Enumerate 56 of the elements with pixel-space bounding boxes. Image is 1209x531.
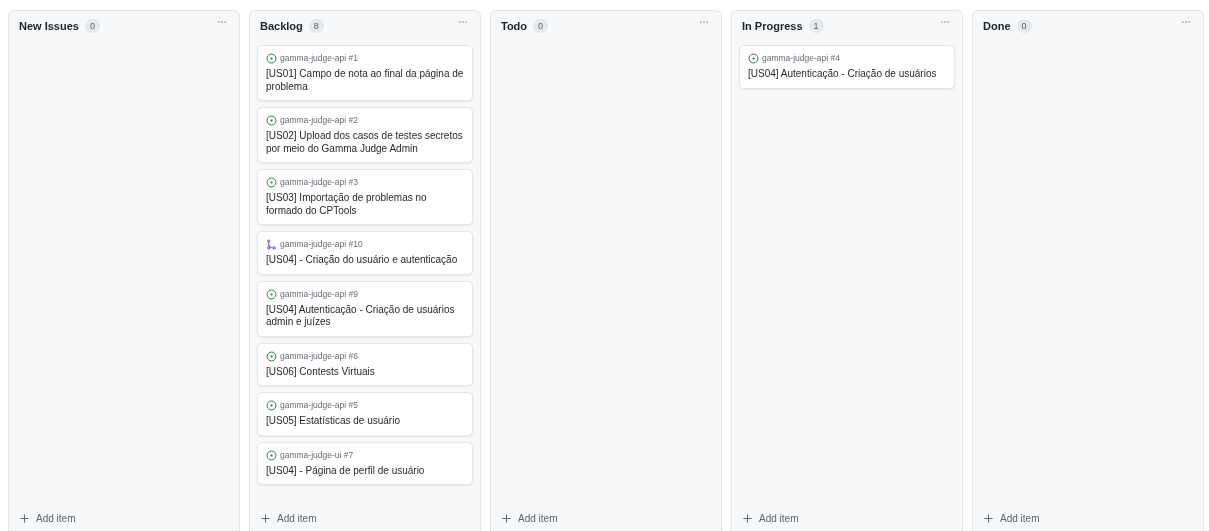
plus-icon [742, 512, 753, 524]
issue-card[interactable]: gamma-judge-api #10 [US04] - Criação do usuário e autenticação [257, 231, 473, 275]
open-issue-icon [266, 400, 277, 411]
count-badge: 0 [1016, 19, 1032, 33]
issue-card[interactable]: gamma-judge-api #6 [US06] Contests Virtuais [257, 342, 473, 386]
open-issue-icon [266, 449, 277, 461]
plus-icon [983, 512, 994, 524]
issue-card[interactable]: gamma-judge-api #5 [US05] Estatísticas de usuário [257, 392, 473, 436]
open-issue-icon [266, 177, 277, 188]
repo-label: gamma-judge-api #6 [280, 350, 358, 362]
plus-icon [501, 512, 512, 524]
column-title: In Progress [742, 18, 803, 34]
count-badge: 0 [84, 19, 100, 33]
add-item-button[interactable]: Add item [9, 507, 86, 529]
open-issue-icon [748, 53, 759, 64]
repo-label: gamma-judge-api #3 [280, 177, 358, 188]
issue-card[interactable]: gamma-judge-api #1 [US01] Campo de nota ao final da página de problema [257, 45, 473, 101]
repo-label: gamma-judge-api #1 [280, 53, 358, 64]
repo-label: gamma-judge-api #4 [762, 53, 840, 64]
repo-label: gamma-judge-api #10 [280, 239, 363, 250]
plus-icon [260, 512, 271, 524]
card-title: [US04] Autenticação - Criação de usuários admin e juízes [266, 303, 456, 329]
add-item-button[interactable]: Add item [973, 507, 1050, 529]
card-title: [US05] Estatísticas de usuário [266, 415, 401, 428]
issue-card[interactable]: gamma-judge-api #4 [US04] Autenticação - Criação de usuários [739, 45, 955, 89]
column-title: Todo [501, 18, 528, 34]
repo-label: gamma-judge-api #5 [280, 400, 358, 411]
plus-icon [19, 512, 30, 524]
open-issue-icon [266, 350, 277, 362]
repo-label: gamma-judge-api #9 [280, 288, 358, 300]
issue-card[interactable]: gamma-judge-api #3 [US03] Importação de problemas no formado do CPTools [257, 169, 473, 225]
repo-label: gamma-judge-api #2 [280, 115, 358, 126]
issue-card[interactable]: gamma-judge-ui #7 [US04] - Página de perfil de usuário [257, 441, 473, 485]
card-title: [US04] - Página de perfil de usuário [266, 464, 426, 477]
count-badge: 0 [533, 19, 549, 33]
open-issue-icon [266, 288, 277, 300]
column-title: New Issues [19, 18, 79, 34]
card-title: [US01] Campo de nota ao final da página de problema [266, 68, 464, 93]
open-issue-icon [266, 53, 277, 64]
column-title: Done [983, 18, 1011, 34]
card-title: [US06] Contests Virtuais [266, 365, 376, 378]
issue-card[interactable]: gamma-judge-api #2 [US02] Upload dos casos de testes secretos por meio do Gamma Judge Admin [257, 107, 473, 163]
card-title: [US02] Upload dos casos de testes secretos por meio do Gamma Judge Admin [266, 130, 464, 155]
add-item-button[interactable]: Add item [491, 507, 568, 529]
card-title: [US04] Autenticação - Criação de usuários [748, 68, 938, 81]
card-title: [US04] - Criação do usuário e autenticação [266, 254, 459, 267]
issue-card[interactable]: gamma-judge-api #9 [US04] Autenticação - Criação de usuários admin e juízes [257, 280, 473, 337]
branch-icon [266, 239, 277, 250]
repo-label: gamma-judge-ui #7 [280, 449, 354, 461]
card-title: [US03] Importação de problemas no formado do CPTools [266, 192, 428, 217]
add-item-button[interactable]: Add item [732, 507, 809, 529]
add-item-button[interactable]: Add item [250, 507, 327, 529]
open-issue-icon [266, 115, 277, 126]
count-badge: 8 [308, 19, 324, 33]
column-title: Backlog [260, 18, 303, 34]
count-badge: 1 [808, 19, 824, 33]
